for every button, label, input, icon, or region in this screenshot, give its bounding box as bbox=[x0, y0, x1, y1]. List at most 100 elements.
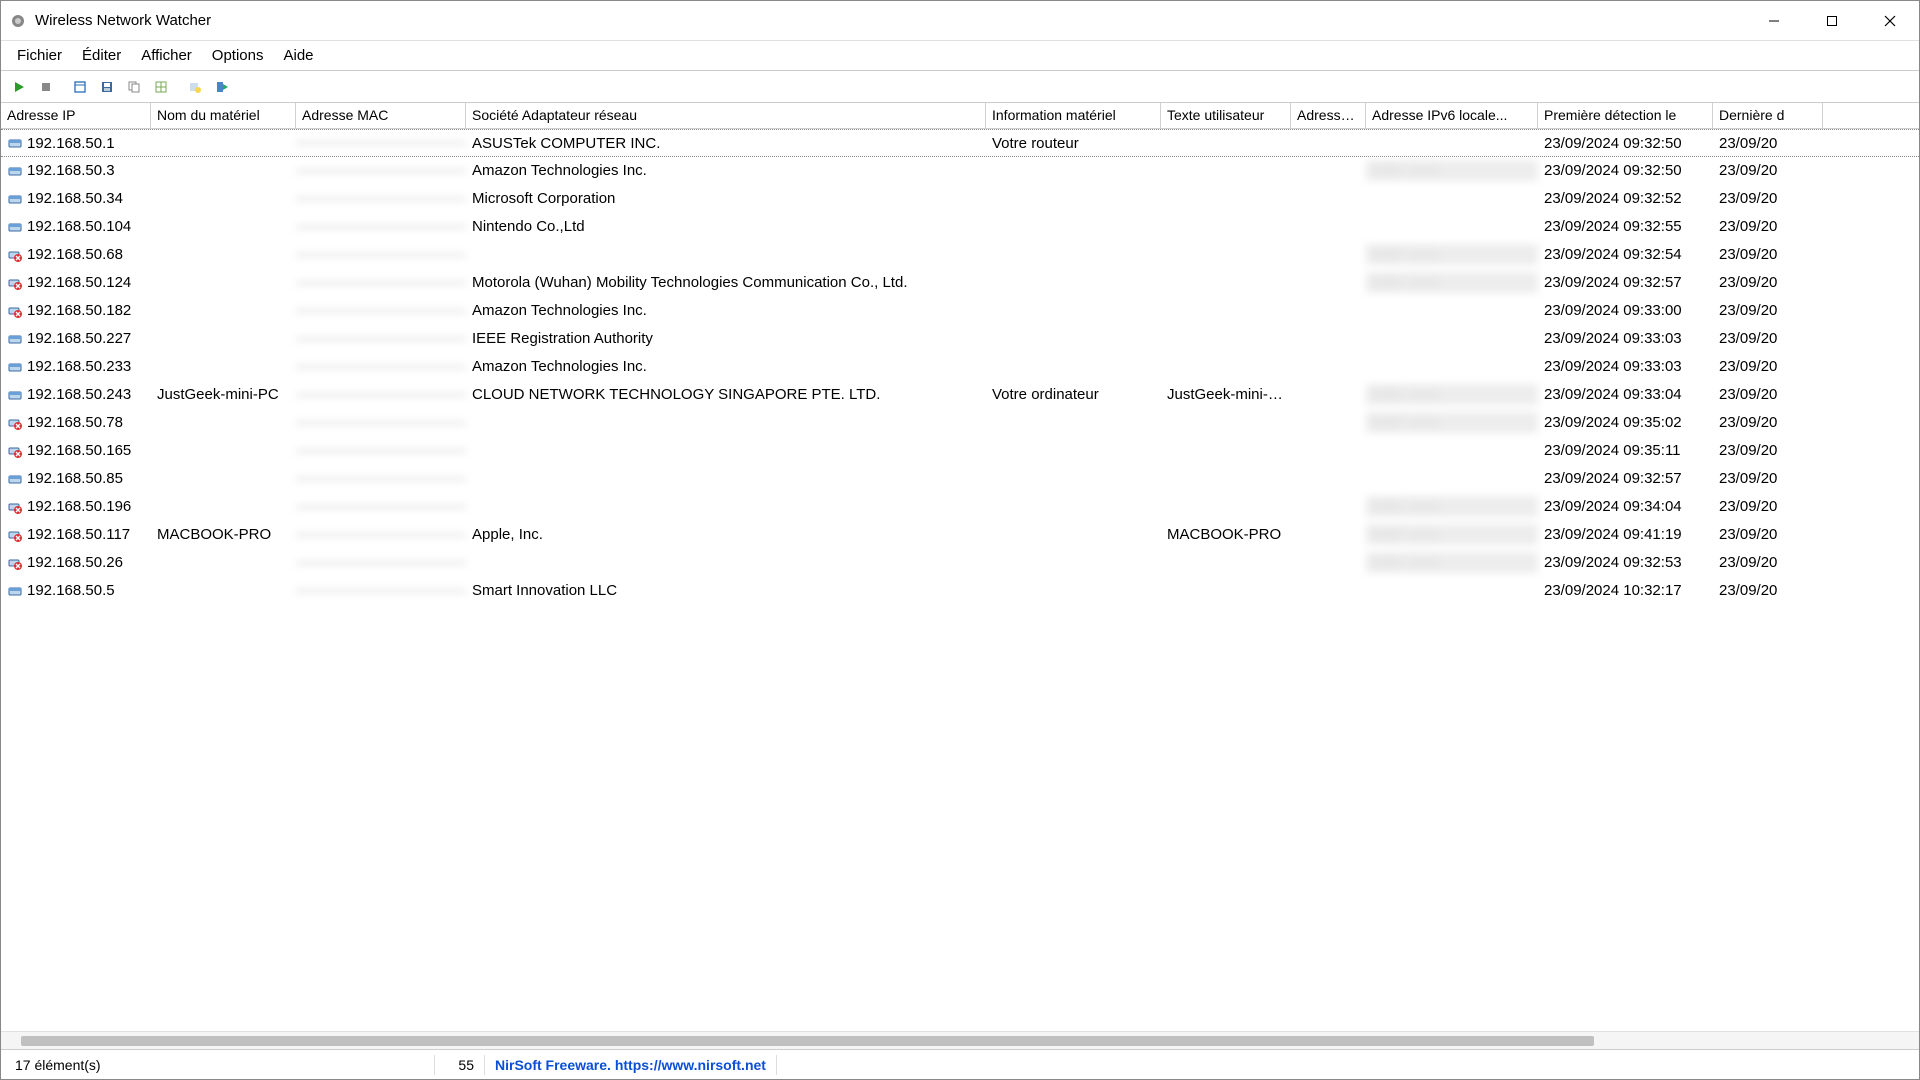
table-row[interactable]: 192.168.50.68 fe80::xxxx23/09/2024 09:32… bbox=[1, 241, 1919, 269]
col-ipv6[interactable]: Adresse IPv6 bbox=[1291, 103, 1366, 128]
cell-mac bbox=[296, 197, 466, 201]
col-first[interactable]: Première détection le bbox=[1538, 103, 1713, 128]
cell-company: Amazon Technologies Inc. bbox=[466, 300, 986, 321]
cell-company: Amazon Technologies Inc. bbox=[466, 160, 986, 181]
col-ip[interactable]: Adresse IP bbox=[1, 103, 151, 128]
table-row[interactable]: 192.168.50.165 23/09/2024 09:35:1123/09/… bbox=[1, 437, 1919, 465]
properties-icon[interactable] bbox=[68, 75, 92, 99]
cell-last: 23/09/20 bbox=[1713, 468, 1823, 489]
table-row[interactable]: 192.168.50.26 fe80::xxxx23/09/2024 09:32… bbox=[1, 549, 1919, 577]
cell-first: 23/09/2024 09:32:57 bbox=[1538, 468, 1713, 489]
cell-user bbox=[1161, 561, 1291, 565]
cell-info: Votre ordinateur bbox=[986, 384, 1161, 405]
cell-company bbox=[466, 505, 986, 509]
cell-ip: 192.168.50.243 bbox=[1, 384, 151, 405]
table-row[interactable]: 192.168.50.243JustGeek-mini-PC CLOUD NET… bbox=[1, 381, 1919, 409]
cell-name bbox=[151, 561, 296, 565]
menu-edit[interactable]: Éditer bbox=[72, 43, 131, 68]
ip-text: 192.168.50.104 bbox=[27, 218, 131, 235]
copy-icon[interactable] bbox=[122, 75, 146, 99]
cell-name bbox=[151, 505, 296, 509]
cell-ipv6loc: fe80::xxxx bbox=[1366, 524, 1538, 545]
app-window: Wireless Network Watcher Fichier Éditer … bbox=[0, 0, 1920, 1080]
cell-mac bbox=[296, 421, 466, 425]
cell-name bbox=[151, 337, 296, 341]
save-icon[interactable] bbox=[95, 75, 119, 99]
cell-last: 23/09/20 bbox=[1713, 384, 1823, 405]
device-online-icon bbox=[7, 583, 23, 599]
col-user[interactable]: Texte utilisateur bbox=[1161, 103, 1291, 128]
cell-ip: 192.168.50.117 bbox=[1, 524, 151, 545]
cell-company bbox=[466, 421, 986, 425]
cell-ipv6loc bbox=[1366, 141, 1538, 145]
maximize-button[interactable] bbox=[1803, 1, 1861, 41]
cell-company bbox=[466, 477, 986, 481]
table-row[interactable]: 192.168.50.124 Motorola (Wuhan) Mobility… bbox=[1, 269, 1919, 297]
cell-first: 23/09/2024 09:33:03 bbox=[1538, 328, 1713, 349]
col-info[interactable]: Information matériel bbox=[986, 103, 1161, 128]
table-row[interactable]: 192.168.50.1 ASUSTek COMPUTER INC.Votre … bbox=[1, 129, 1919, 157]
device-online-icon bbox=[7, 191, 23, 207]
cell-ip: 192.168.50.3 bbox=[1, 160, 151, 181]
ip-text: 192.168.50.5 bbox=[27, 582, 115, 599]
menu-file[interactable]: Fichier bbox=[7, 43, 72, 68]
cell-ipv6loc bbox=[1366, 477, 1538, 481]
cell-user bbox=[1161, 141, 1291, 145]
ip-text: 192.168.50.34 bbox=[27, 190, 123, 207]
ip-text: 192.168.50.196 bbox=[27, 498, 131, 515]
cell-ipv6loc: fe80::xxxx bbox=[1366, 412, 1538, 433]
table-row[interactable]: 192.168.50.5 Smart Innovation LLC23/09/2… bbox=[1, 577, 1919, 605]
device-offline-icon bbox=[7, 303, 23, 319]
cell-last: 23/09/20 bbox=[1713, 524, 1823, 545]
minimize-button[interactable] bbox=[1745, 1, 1803, 41]
device-grid: Adresse IP Nom du matériel Adresse MAC S… bbox=[1, 103, 1919, 1049]
cell-user bbox=[1161, 253, 1291, 257]
table-row[interactable]: 192.168.50.78 fe80::xxxx23/09/2024 09:35… bbox=[1, 409, 1919, 437]
ip-text: 192.168.50.68 bbox=[27, 246, 123, 263]
cell-first: 23/09/2024 09:32:53 bbox=[1538, 552, 1713, 573]
table-row[interactable]: 192.168.50.227 IEEE Registration Authori… bbox=[1, 325, 1919, 353]
col-last[interactable]: Dernière d bbox=[1713, 103, 1823, 128]
stop-icon[interactable] bbox=[34, 75, 58, 99]
ip-text: 192.168.50.117 bbox=[27, 526, 130, 543]
table-row[interactable]: 192.168.50.196 fe80::xxxx23/09/2024 09:3… bbox=[1, 493, 1919, 521]
col-ipv6loc[interactable]: Adresse IPv6 locale... bbox=[1366, 103, 1538, 128]
grid-body[interactable]: 192.168.50.1 ASUSTek COMPUTER INC.Votre … bbox=[1, 129, 1919, 1031]
table-row[interactable]: 192.168.50.104 Nintendo Co.,Ltd23/09/202… bbox=[1, 213, 1919, 241]
table-row[interactable]: 192.168.50.233 Amazon Technologies Inc.2… bbox=[1, 353, 1919, 381]
cell-first: 23/09/2024 09:32:55 bbox=[1538, 216, 1713, 237]
menu-view[interactable]: Afficher bbox=[131, 43, 202, 68]
device-offline-icon bbox=[7, 247, 23, 263]
table-row[interactable]: 192.168.50.182 Amazon Technologies Inc.2… bbox=[1, 297, 1919, 325]
cell-ipv6loc: fe80::xxxx bbox=[1366, 384, 1538, 405]
cell-user bbox=[1161, 309, 1291, 313]
menu-options[interactable]: Options bbox=[202, 43, 274, 68]
col-company[interactable]: Société Adaptateur réseau bbox=[466, 103, 986, 128]
exit-icon[interactable] bbox=[210, 75, 234, 99]
close-button[interactable] bbox=[1861, 1, 1919, 41]
ip-text: 192.168.50.165 bbox=[27, 442, 131, 459]
col-mac[interactable]: Adresse MAC bbox=[296, 103, 466, 128]
scrollbar-thumb[interactable] bbox=[21, 1036, 1594, 1046]
cell-first: 23/09/2024 09:32:50 bbox=[1538, 133, 1713, 154]
window-controls bbox=[1745, 1, 1919, 41]
statusbar: 17 élément(s) 55 NirSoft Freeware. https… bbox=[1, 1049, 1919, 1079]
cell-first: 23/09/2024 09:33:00 bbox=[1538, 300, 1713, 321]
cell-ipv6 bbox=[1291, 197, 1366, 201]
cell-mac bbox=[296, 505, 466, 509]
grid-icon[interactable] bbox=[149, 75, 173, 99]
table-row[interactable]: 192.168.50.117MACBOOK-PRO Apple, Inc.MAC… bbox=[1, 521, 1919, 549]
nirsoft-link[interactable]: NirSoft Freeware. https://www.nirsoft.ne… bbox=[495, 1057, 766, 1073]
cell-mac bbox=[296, 281, 466, 285]
cell-info bbox=[986, 421, 1161, 425]
advanced-options-icon[interactable] bbox=[183, 75, 207, 99]
table-row[interactable]: 192.168.50.34 Microsoft Corporation23/09… bbox=[1, 185, 1919, 213]
cell-mac bbox=[296, 141, 466, 145]
table-row[interactable]: 192.168.50.3 Amazon Technologies Inc.fe8… bbox=[1, 157, 1919, 185]
play-icon[interactable] bbox=[7, 75, 31, 99]
table-row[interactable]: 192.168.50.85 23/09/2024 09:32:5723/09/2… bbox=[1, 465, 1919, 493]
menu-help[interactable]: Aide bbox=[274, 43, 324, 68]
col-name[interactable]: Nom du matériel bbox=[151, 103, 296, 128]
device-online-icon bbox=[7, 331, 23, 347]
horizontal-scrollbar[interactable] bbox=[1, 1031, 1919, 1049]
